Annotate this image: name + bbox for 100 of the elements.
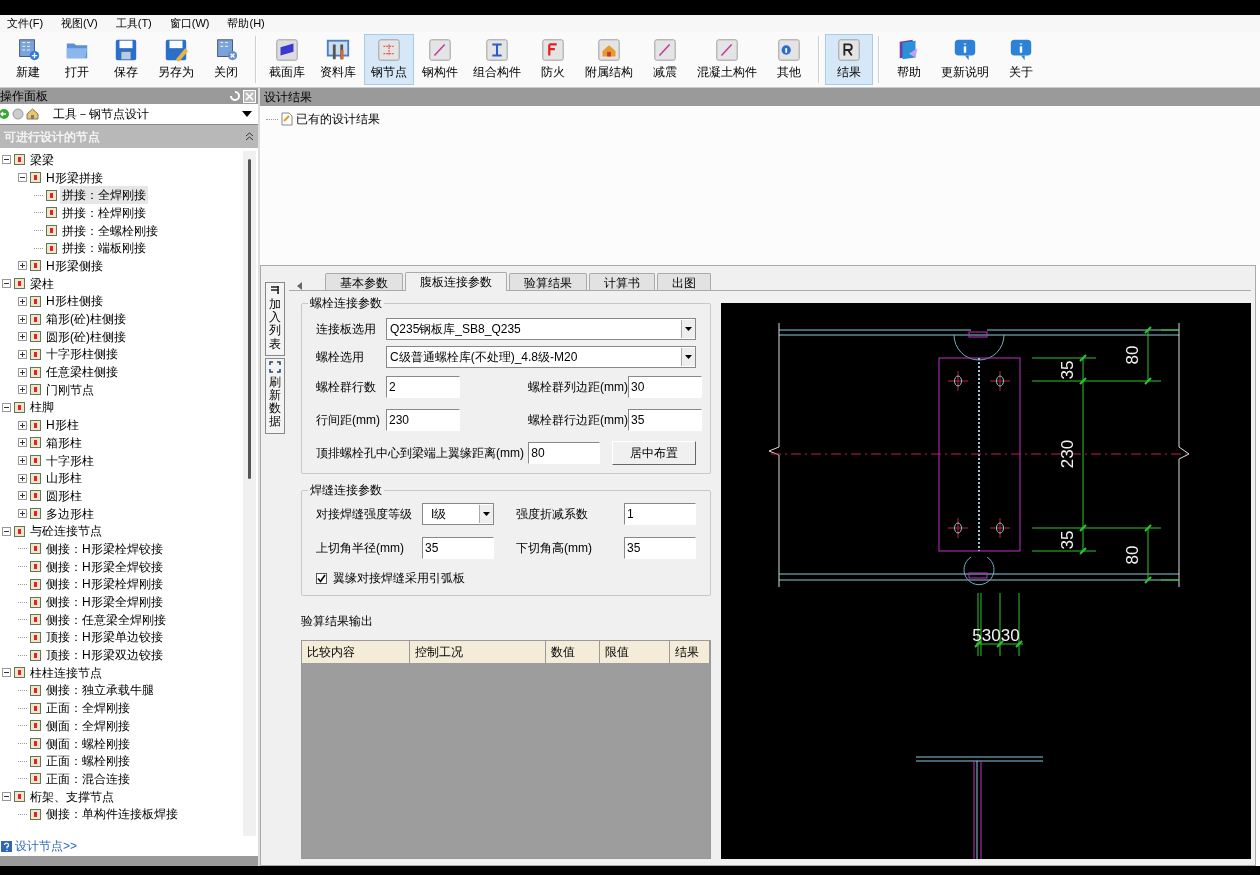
side-button[interactable]: 刷新数据 — [265, 357, 285, 434]
tree-item[interactable]: 侧接：H形梁栓焊刚接 — [44, 575, 165, 594]
tree-item[interactable]: 侧接：单构件连接板焊接 — [44, 805, 180, 824]
toolbar-button[interactable]: 减震 — [641, 34, 689, 85]
column-header[interactable]: 控制工况 — [410, 641, 546, 663]
tree-item[interactable]: H形柱侧接 — [44, 292, 105, 311]
back-icon[interactable] — [0, 108, 10, 120]
expand-toggle-icon[interactable] — [18, 367, 27, 377]
toolbar-button[interactable]: 资料库 — [313, 34, 363, 85]
expand-toggle-icon[interactable] — [18, 385, 27, 395]
toolbar-button[interactable]: 混凝土构件 — [690, 34, 764, 85]
home-icon[interactable] — [26, 108, 39, 120]
tree-item[interactable]: 梁梁 — [28, 151, 56, 169]
toolbar-button[interactable]: 关于 — [997, 34, 1045, 85]
expand-toggle-icon[interactable] — [18, 261, 27, 271]
pin-icon[interactable] — [229, 90, 241, 102]
collapse-toggle-icon[interactable] — [2, 155, 11, 165]
input-field[interactable]: 1 — [624, 503, 696, 525]
tree-item[interactable]: 山形柱 — [44, 469, 84, 488]
checkbox[interactable] — [316, 572, 327, 584]
tree-item[interactable]: 侧接：H形梁全焊刚接 — [44, 593, 165, 612]
scrollbar[interactable] — [243, 151, 256, 836]
collapse-toggle-icon[interactable] — [2, 792, 11, 802]
tab[interactable]: 腹板连接参数 — [405, 272, 507, 291]
tree-item[interactable]: 门刚节点 — [44, 380, 96, 399]
tree-item[interactable]: 桁架、支撑节点 — [28, 787, 116, 806]
tree-item[interactable]: 拼接：全焊刚接 — [60, 186, 148, 205]
toolbar-button[interactable]: 组合构件 — [466, 34, 528, 85]
tab[interactable]: 计算书 — [589, 273, 655, 290]
toolbar-button[interactable]: 截面库 — [262, 34, 312, 85]
collapse-toggle-icon[interactable] — [2, 668, 11, 678]
tree-item[interactable]: 侧接：H形梁全焊铰接 — [44, 557, 165, 576]
expand-toggle-icon[interactable] — [18, 456, 27, 466]
tree-item[interactable]: 侧面：全焊刚接 — [44, 716, 132, 735]
column-header[interactable]: 数值 — [546, 641, 600, 663]
tree-item[interactable]: 十字形柱侧接 — [44, 345, 120, 364]
tree-item[interactable]: 圆形柱 — [44, 486, 84, 505]
side-button[interactable]: 加入列表 — [265, 282, 285, 356]
input-field[interactable]: 35 — [628, 409, 702, 431]
tree-item[interactable]: 柱脚 — [28, 398, 56, 417]
collapse-toggle-icon[interactable] — [2, 526, 11, 536]
tree-item[interactable]: 侧接：任意梁全焊刚接 — [44, 610, 168, 629]
input-field[interactable]: 35 — [624, 537, 696, 559]
tree-item[interactable]: H形柱 — [44, 416, 81, 435]
toolbar-button[interactable]: 另存为 — [151, 34, 201, 85]
expand-toggle-icon[interactable] — [18, 420, 27, 430]
dropdown[interactable]: I级 — [422, 503, 494, 525]
tree-item[interactable]: 梁柱 — [28, 274, 56, 293]
dropdown[interactable]: Q235钢板库_SB8_Q235 — [386, 318, 696, 340]
tree-item[interactable]: 拼接：端板刚接 — [60, 239, 148, 258]
collapse-toggle-icon[interactable] — [2, 279, 11, 289]
tree-item[interactable]: 侧接：H形梁栓焊铰接 — [44, 539, 165, 558]
column-header[interactable]: 结果 — [670, 641, 710, 663]
input-field[interactable]: 35 — [422, 537, 494, 559]
tab[interactable]: 基本参数 — [325, 273, 403, 290]
toolbar-button[interactable]: 钢节点 — [364, 34, 414, 85]
expand-toggle-icon[interactable] — [18, 509, 27, 519]
toolbar-button[interactable]: 新建 — [4, 34, 52, 85]
expand-toggle-icon[interactable] — [18, 349, 27, 359]
toolbar-button[interactable]: 其他 — [765, 34, 813, 85]
tree-item[interactable]: 正面：螺栓刚接 — [44, 752, 132, 771]
close-icon[interactable] — [243, 89, 256, 103]
collapse-icon[interactable] — [245, 132, 254, 141]
expand-toggle-icon[interactable] — [18, 314, 27, 324]
menu-item[interactable]: 窗口(W) — [169, 15, 210, 32]
tree-item[interactable]: 拼接：栓焊刚接 — [60, 203, 148, 222]
tab[interactable]: 出图 — [657, 273, 711, 290]
tree-item[interactable]: 十字形柱 — [44, 451, 96, 470]
tree-item[interactable]: 柱柱连接节点 — [28, 663, 104, 682]
tree-item[interactable]: 顶接：H形梁双边铰接 — [44, 646, 165, 665]
collapse-toggle-icon[interactable] — [2, 402, 11, 412]
tab[interactable]: 验算结果 — [509, 273, 587, 290]
tree-item[interactable]: 正面：全焊刚接 — [44, 699, 132, 718]
tree-item[interactable]: 拼接：全螺栓刚接 — [60, 221, 160, 240]
column-header[interactable]: 比较内容 — [302, 641, 410, 663]
tree-item[interactable]: 侧接：独立承载牛腿 — [44, 681, 156, 700]
input-field[interactable]: 2 — [386, 376, 460, 398]
input-field[interactable]: 30 — [628, 376, 702, 398]
menu-item[interactable]: 工具(T) — [115, 15, 152, 32]
expand-toggle-icon[interactable] — [18, 296, 27, 306]
tree-item[interactable]: 多边形柱 — [44, 504, 96, 523]
expand-toggle-icon[interactable] — [18, 332, 27, 342]
toolbar-button[interactable]: 防火 — [529, 34, 577, 85]
collapse-toggle-icon[interactable] — [18, 173, 27, 183]
tree-item[interactable]: 正面：混合连接 — [44, 769, 132, 788]
tree-item[interactable]: 圆形(砼)柱侧接 — [44, 327, 128, 346]
tree-item[interactable]: H形梁侧接 — [44, 256, 105, 275]
tree-item[interactable]: 箱形柱 — [44, 433, 84, 452]
input-field[interactable]: 80 — [528, 442, 601, 464]
toolbar-button[interactable]: 帮助 — [885, 34, 933, 85]
expand-toggle-icon[interactable] — [18, 438, 27, 448]
scroll-left-icon[interactable] — [297, 282, 303, 290]
tree-item[interactable]: 已有的设计结果 — [296, 110, 380, 128]
menu-item[interactable]: 视图(V) — [61, 15, 98, 32]
column-header[interactable]: 限值 — [600, 641, 670, 663]
toolbar-button[interactable]: 更新说明 — [934, 34, 996, 85]
toolbar-button[interactable]: 结果 — [825, 34, 873, 85]
input-field[interactable]: 230 — [386, 409, 460, 431]
toolbar-button[interactable]: 附属结构 — [578, 34, 640, 85]
menu-item[interactable]: 文件(F) — [7, 15, 44, 32]
